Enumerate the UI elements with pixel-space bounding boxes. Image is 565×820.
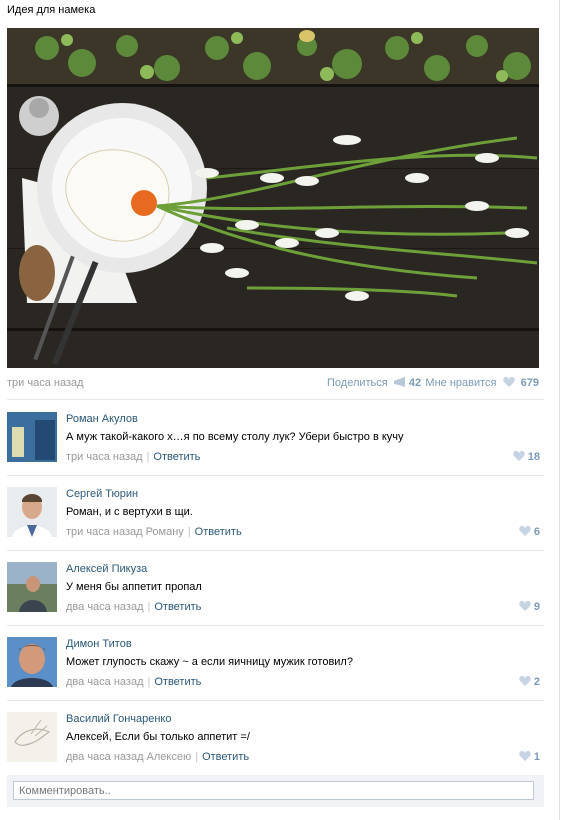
comment-text: А муж такой-какого х…я по всему столу лу… [66, 431, 404, 443]
avatar[interactable] [7, 712, 57, 762]
post-meta-row: три часа назад Поделиться 42 Мне нравитс… [7, 376, 539, 392]
like-label: Мне нравится [425, 377, 497, 389]
avatar-image [7, 487, 57, 537]
comment-box [7, 775, 544, 807]
comment-time[interactable]: три часа назад Роману [66, 526, 184, 538]
page-right-border [559, 0, 560, 820]
heart-icon [502, 377, 515, 387]
comment-like-count: 2 [533, 676, 540, 688]
divider: | [147, 601, 151, 613]
comment-author[interactable]: Димон Титов [66, 638, 132, 650]
reply-button[interactable]: Ответить [154, 601, 201, 613]
comment: Василий Гончаренко Алексей, Если бы толь… [7, 700, 544, 774]
comment-meta: два часа назад | Ответить [66, 676, 201, 688]
share-count: 42 [408, 377, 422, 389]
comment-meta: три часа назад | Ответить [66, 451, 200, 463]
comment-text: Алексей, Если бы только аппетит =/ [66, 731, 250, 743]
like-button[interactable]: Мне нравится 679 [425, 377, 539, 389]
heart-icon [519, 601, 531, 611]
comment-like-button[interactable]: 2 [519, 676, 540, 688]
divider: | [147, 676, 151, 688]
avatar[interactable] [7, 637, 57, 687]
comment-author[interactable]: Василий Гончаренко [66, 713, 172, 725]
comment-meta: три часа назад Роману | Ответить [66, 526, 242, 538]
divider: | [195, 751, 199, 763]
like-count: 679 [520, 377, 539, 389]
reply-button[interactable]: Ответить [153, 451, 200, 463]
share-label: Поделиться [327, 377, 388, 389]
avatar-image [7, 712, 57, 762]
comment-meta: два часа назад Алексею | Ответить [66, 751, 249, 763]
reply-button[interactable]: Ответить [195, 526, 242, 538]
comment-like-button[interactable]: 18 [513, 451, 540, 463]
comment: Димон Титов Может глупость скажу ~ а есл… [7, 625, 544, 699]
avatar[interactable] [7, 487, 57, 537]
comment-like-count: 1 [533, 751, 540, 763]
comment-like-button[interactable]: 9 [519, 601, 540, 613]
comment-author[interactable]: Сергей Тюрин [66, 488, 138, 500]
photo-illustration [7, 28, 539, 368]
comment-time[interactable]: два часа назад [66, 601, 143, 613]
avatar-image [7, 637, 57, 687]
avatar-image [7, 562, 57, 612]
comment: Сергей Тюрин Роман, и с вертухи в щи. тр… [7, 475, 544, 549]
avatar[interactable] [7, 412, 57, 462]
megaphone-icon [393, 377, 405, 387]
divider: | [187, 526, 191, 538]
comment: Роман Акулов А муж такой-какого х…я по в… [7, 400, 544, 474]
share-button[interactable]: Поделиться 42 [327, 377, 421, 389]
avatar-image [7, 412, 57, 462]
comment-like-count: 9 [533, 601, 540, 613]
comment-time[interactable]: два часа назад Алексею [66, 751, 191, 763]
comment-time[interactable]: два часа назад [66, 676, 143, 688]
comment-text: У меня бы аппетит пропал [66, 581, 202, 593]
heart-icon [513, 451, 525, 461]
post-photo[interactable] [7, 28, 539, 368]
comment: Алексей Пикуза У меня бы аппетит пропал … [7, 550, 544, 624]
comment-text: Роман, и с вертухи в щи. [66, 506, 193, 518]
comment-input[interactable] [13, 781, 534, 800]
reply-button[interactable]: Ответить [154, 676, 201, 688]
heart-icon [519, 751, 531, 761]
comment-like-button[interactable]: 6 [519, 526, 540, 538]
avatar[interactable] [7, 562, 57, 612]
heart-icon [519, 676, 531, 686]
comment-text: Может глупость скажу ~ а если яичницу му… [66, 656, 353, 668]
reply-button[interactable]: Ответить [202, 751, 249, 763]
comment-meta: два часа назад | Ответить [66, 601, 201, 613]
post-time[interactable]: три часа назад [7, 377, 84, 389]
post-text: Идея для намека [7, 4, 96, 16]
heart-icon [519, 526, 531, 536]
comment-like-count: 6 [533, 526, 540, 538]
comment-like-count: 18 [527, 451, 540, 463]
comment-like-button[interactable]: 1 [519, 751, 540, 763]
divider: | [146, 451, 150, 463]
comment-time[interactable]: три часа назад [66, 451, 143, 463]
comment-author[interactable]: Роман Акулов [66, 413, 138, 425]
comment-author[interactable]: Алексей Пикуза [66, 563, 147, 575]
